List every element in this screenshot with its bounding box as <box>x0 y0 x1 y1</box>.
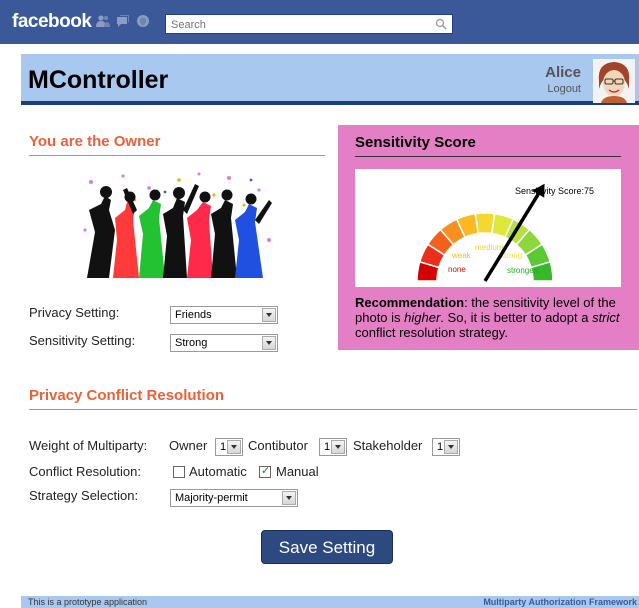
automatic-checkbox[interactable] <box>173 466 185 478</box>
privacy-setting-select[interactable]: Friends <box>170 306 278 324</box>
privacy-setting-value: Friends <box>175 309 212 321</box>
footer: This is a prototype application Multipar… <box>21 596 639 608</box>
sensitivity-setting-select[interactable]: Strong <box>170 334 278 352</box>
party-photo[interactable] <box>79 170 276 278</box>
chevron-down-icon[interactable] <box>331 440 345 454</box>
app-header: MController Alice Logout <box>21 54 639 105</box>
recommendation-part: conflict resolution strategy. <box>355 325 508 340</box>
messages-icon[interactable] <box>116 14 130 28</box>
friends-icon[interactable] <box>96 14 110 28</box>
stakeholder-weight-label: Stakeholder <box>353 438 423 453</box>
stakeholder-weight-select[interactable]: 1 <box>432 438 460 456</box>
footer-prototype-note: This is a prototype application <box>28 597 148 607</box>
mcontroller-app: MController Alice Logout You are the Own… <box>21 54 639 608</box>
owner-weight-value: 1 <box>220 441 227 453</box>
chevron-down-icon[interactable] <box>227 440 241 454</box>
manual-checkbox[interactable] <box>259 464 271 478</box>
strategy-selection-label: Strategy Selection: <box>29 488 139 503</box>
sensitivity-score-panel: Sensitivity Score Sensitivity Score:75 n… <box>338 125 639 350</box>
search-input[interactable] <box>166 16 426 34</box>
sensitivity-score-title: Sensitivity Score <box>355 134 476 151</box>
sensitivity-setting-value: Strong <box>175 337 208 349</box>
logout-link[interactable]: Logout <box>547 83 581 95</box>
conflict-section-title: Privacy Conflict Resolution <box>29 387 225 404</box>
gauge-level-weak: weak <box>451 251 472 260</box>
sensitivity-setting-label: Sensitivity Setting: <box>29 333 136 348</box>
notifications-icon[interactable] <box>136 14 150 28</box>
automatic-label: Automatic <box>189 464 247 479</box>
facebook-logo[interactable]: facebook <box>12 11 92 33</box>
chevron-down-icon[interactable] <box>262 308 276 322</box>
app-title: MController <box>28 66 169 94</box>
sensitivity-divider <box>355 156 621 157</box>
chevron-down-icon[interactable] <box>282 491 296 505</box>
sensitivity-gauge-chart: Sensitivity Score:75 none weak medium st… <box>416 183 594 282</box>
search-icon[interactable] <box>434 17 448 31</box>
avatar[interactable] <box>593 59 635 103</box>
footer-framework-link[interactable]: Multiparty Authorization Framework <box>483 597 637 607</box>
stakeholder-weight-value: 1 <box>437 441 444 453</box>
contributor-weight-select[interactable]: 1 <box>319 438 347 456</box>
gauge-score-label: Sensitivity Score:75 <box>515 186 594 196</box>
weight-multiparty-label: Weight of Multiparty: <box>29 438 148 453</box>
gauge-level-none: none <box>448 265 466 274</box>
sensitivity-gauge: Sensitivity Score:75 none weak medium st… <box>355 169 621 287</box>
facebook-top-bar: facebook <box>0 0 639 44</box>
chevron-down-icon[interactable] <box>262 336 276 350</box>
recommendation-emphasis-strict: strict <box>592 310 620 325</box>
conflict-divider <box>29 409 637 410</box>
gauge-level-strongest: strongest <box>507 266 541 275</box>
manual-label: Manual <box>276 464 319 479</box>
contributor-weight-label: Contibutor <box>248 438 308 453</box>
recommendation-label: Recommendation <box>355 295 465 310</box>
facebook-search-box[interactable] <box>165 14 453 34</box>
owner-section-title: You are the Owner <box>29 133 161 150</box>
contributor-weight-value: 1 <box>324 441 331 453</box>
strategy-selection-select[interactable]: Majority-permit <box>170 489 298 507</box>
recommendation-text: Recommendation: the sensitivity level of… <box>355 295 627 340</box>
strategy-selection-value: Majority-permit <box>175 492 248 504</box>
recommendation-part: . So, it is better to adopt a <box>440 310 593 325</box>
user-name: Alice <box>545 64 581 81</box>
chevron-down-icon[interactable] <box>444 440 458 454</box>
owner-divider <box>29 155 325 156</box>
privacy-setting-label: Privacy Setting: <box>29 305 120 320</box>
owner-weight-select[interactable]: 1 <box>215 438 243 456</box>
conflict-resolution-label: Conflict Resolution: <box>29 464 141 479</box>
save-setting-button[interactable]: Save Setting <box>261 530 393 564</box>
owner-weight-label: Owner <box>169 438 208 453</box>
recommendation-emphasis-higher: higher <box>404 310 441 325</box>
